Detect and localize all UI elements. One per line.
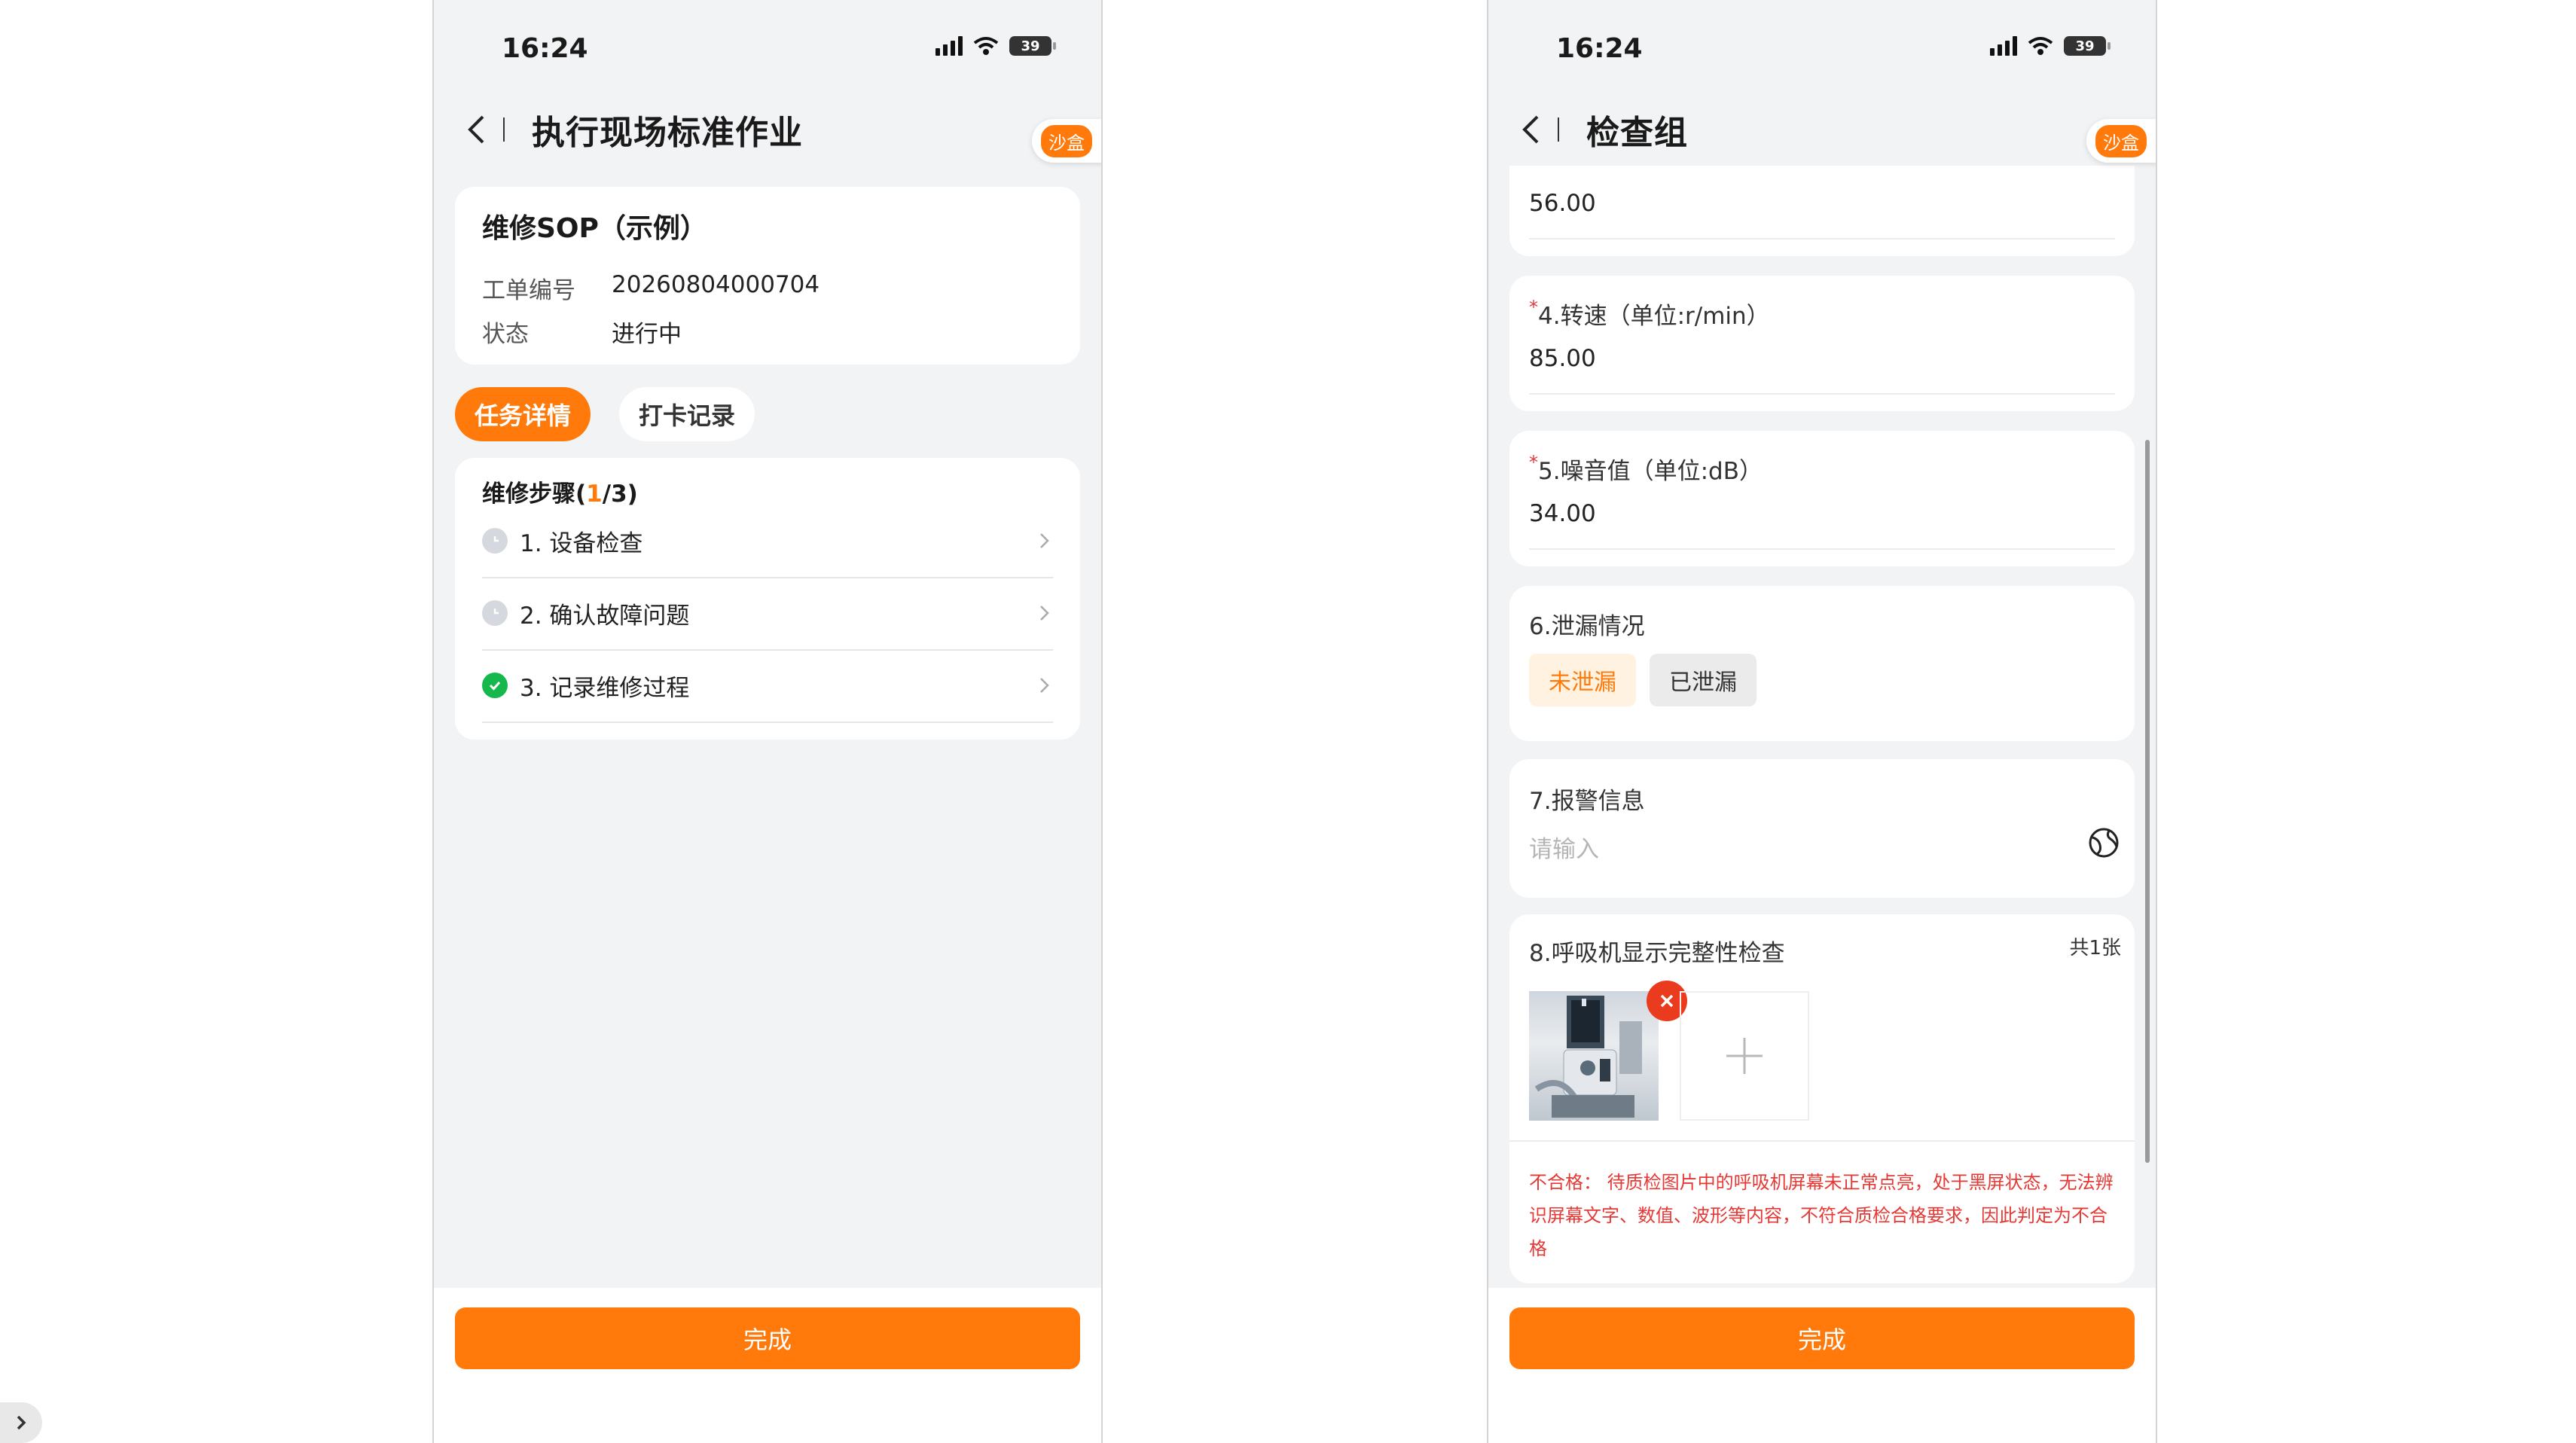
step-item-3[interactable]: 3. 记录维修过程 (482, 649, 1053, 723)
done-button[interactable]: 完成 (455, 1307, 1080, 1369)
battery-icon: 39 (2064, 36, 2111, 56)
field-underline (1529, 393, 2115, 395)
photo-count: 共1张 (2069, 937, 2121, 959)
wifi-icon (2028, 36, 2053, 56)
close-icon (1660, 994, 1674, 1008)
clock-icon (482, 528, 508, 554)
order-number-row: 工单编号 20260804000704 (482, 271, 819, 305)
back-button[interactable] (1509, 108, 1552, 151)
step-item-1[interactable]: 1. 设备检查 (482, 505, 1053, 578)
chevron-right-icon (1040, 678, 1049, 693)
field-7-label: 7.报警信息 (1529, 788, 1645, 815)
field-5-label: *5.噪音值（单位:dB） (1529, 452, 1763, 485)
field-card-7: 7.报警信息 请输入 (1509, 759, 2135, 898)
sandbox-label: 沙盒 (1041, 124, 1092, 157)
step-item-2[interactable]: 2. 确认故障问题 (482, 577, 1053, 651)
order-info-card: 维修SOP（示例） 工单编号 20260804000704 状态 进行中 (455, 187, 1080, 365)
rotation-speed-input[interactable]: 85.00 (1529, 345, 1596, 372)
order-status-row: 状态 进行中 (482, 315, 682, 349)
field-underline (1529, 238, 2115, 239)
status-icons: 39 (935, 36, 1056, 56)
nav-bar: 执行现场标准作业 沙盒 (434, 98, 1101, 170)
done-button[interactable]: 完成 (1509, 1307, 2135, 1369)
qc-result-label: 不合格： (1529, 1172, 1601, 1193)
back-button[interactable] (455, 108, 497, 151)
phone-screen-inspection-group: 56.00 *4.转速（单位:r/min） 85.00 *5.噪音值（单位:dB… (1487, 0, 2157, 1443)
order-status-label: 状态 (482, 321, 529, 348)
status-icons: 39 (1990, 36, 2111, 56)
ventilator-photo (1534, 996, 1642, 1118)
nav-divider (503, 117, 505, 142)
signal-icon (935, 36, 963, 56)
phone-screen-task-detail: 16:24 39 执行现场标准作业 沙盒 维修SOP（示例） 工单编号 2026… (432, 0, 1103, 1443)
field-card-5: *5.噪音值（单位:dB） 34.00 (1509, 431, 2135, 566)
side-panel-toggle[interactable] (0, 1402, 42, 1443)
noise-value-input[interactable]: 34.00 (1529, 500, 1596, 527)
footer-bar: 完成 (434, 1288, 1101, 1443)
steps-card: 维修步骤(1/3) 1. 设备检查 2. 确认故障问题 3. 记录维修过程 (455, 458, 1080, 740)
chevron-right-icon (1040, 606, 1049, 621)
footer-bar: 完成 (1488, 1288, 2156, 1443)
tab-checkin-records[interactable]: 打卡记录 (619, 387, 755, 441)
steps-header: 维修步骤(1/3) (482, 480, 638, 508)
chevron-left-icon (468, 115, 484, 144)
alarm-info-input[interactable]: 请输入 (1529, 830, 1599, 864)
field-card-6: 6.泄漏情况 未泄漏 已泄漏 (1509, 586, 2135, 741)
order-number-value: 20260804000704 (612, 271, 820, 298)
field-4-label: *4.转速（单位:r/min） (1529, 297, 1770, 330)
field-card-8: 8.呼吸机显示完整性检查 共1张 不合格： 待质检图片中的呼吸机屏幕未正常点亮，… (1509, 914, 2135, 1283)
battery-icon: 39 (1009, 36, 1056, 56)
status-bar: 16:24 39 (1488, 0, 2156, 98)
option-no-leak[interactable]: 未泄漏 (1529, 654, 1636, 706)
uploaded-photo-thumbnail[interactable] (1529, 991, 1659, 1121)
status-time: 16:24 (502, 33, 588, 64)
check-circle-icon (482, 673, 508, 698)
status-time: 16:24 (1556, 33, 1643, 64)
scrollbar[interactable] (2145, 440, 2150, 1163)
tab-task-detail[interactable]: 任务详情 (455, 387, 591, 441)
order-number-label: 工单编号 (482, 277, 575, 304)
order-status-value: 进行中 (612, 321, 682, 348)
wifi-icon (973, 36, 999, 56)
field-6-label: 6.泄漏情况 (1529, 613, 1645, 640)
field-card-4: *4.转速（单位:r/min） 85.00 (1509, 276, 2135, 411)
chevron-right-icon (17, 1415, 26, 1430)
globe-icon[interactable] (2086, 825, 2121, 860)
sandbox-label: 沙盒 (2095, 124, 2147, 157)
qc-result-text: 不合格： 待质检图片中的呼吸机屏幕未正常点亮，处于黑屏状态，无法辨识屏幕文字、数… (1529, 1166, 2115, 1265)
qc-result-detail: 待质检图片中的呼吸机屏幕未正常点亮，处于黑屏状态，无法辨识屏幕文字、数值、波形等… (1529, 1172, 2114, 1259)
sandbox-badge[interactable]: 沙盒 (2086, 119, 2156, 163)
add-photo-button[interactable] (1680, 991, 1809, 1121)
sandbox-badge[interactable]: 沙盒 (1032, 119, 1101, 163)
card-divider (1509, 1140, 2135, 1142)
nav-divider (1558, 117, 1559, 142)
chevron-left-icon (1522, 115, 1539, 144)
field-3-value[interactable]: 56.00 (1529, 190, 1596, 217)
order-title: 维修SOP（示例） (482, 213, 707, 244)
plus-icon (1726, 1038, 1763, 1074)
step-label: 3. 记录维修过程 (520, 674, 690, 702)
step-label: 1. 设备检查 (520, 529, 643, 557)
page-title: 检查组 (1586, 114, 1688, 152)
status-bar: 16:24 39 (434, 0, 1101, 98)
step-label: 2. 确认故障问题 (520, 602, 690, 630)
signal-icon (1990, 36, 2017, 56)
chevron-right-icon (1040, 533, 1049, 548)
field-underline (1529, 548, 2115, 550)
option-leaked[interactable]: 已泄漏 (1650, 654, 1757, 706)
nav-bar: 检查组 沙盒 (1488, 98, 2156, 166)
page-title: 执行现场标准作业 (532, 114, 803, 152)
field-8-label: 8.呼吸机显示完整性检查 (1529, 940, 1785, 967)
clock-icon (482, 600, 508, 626)
